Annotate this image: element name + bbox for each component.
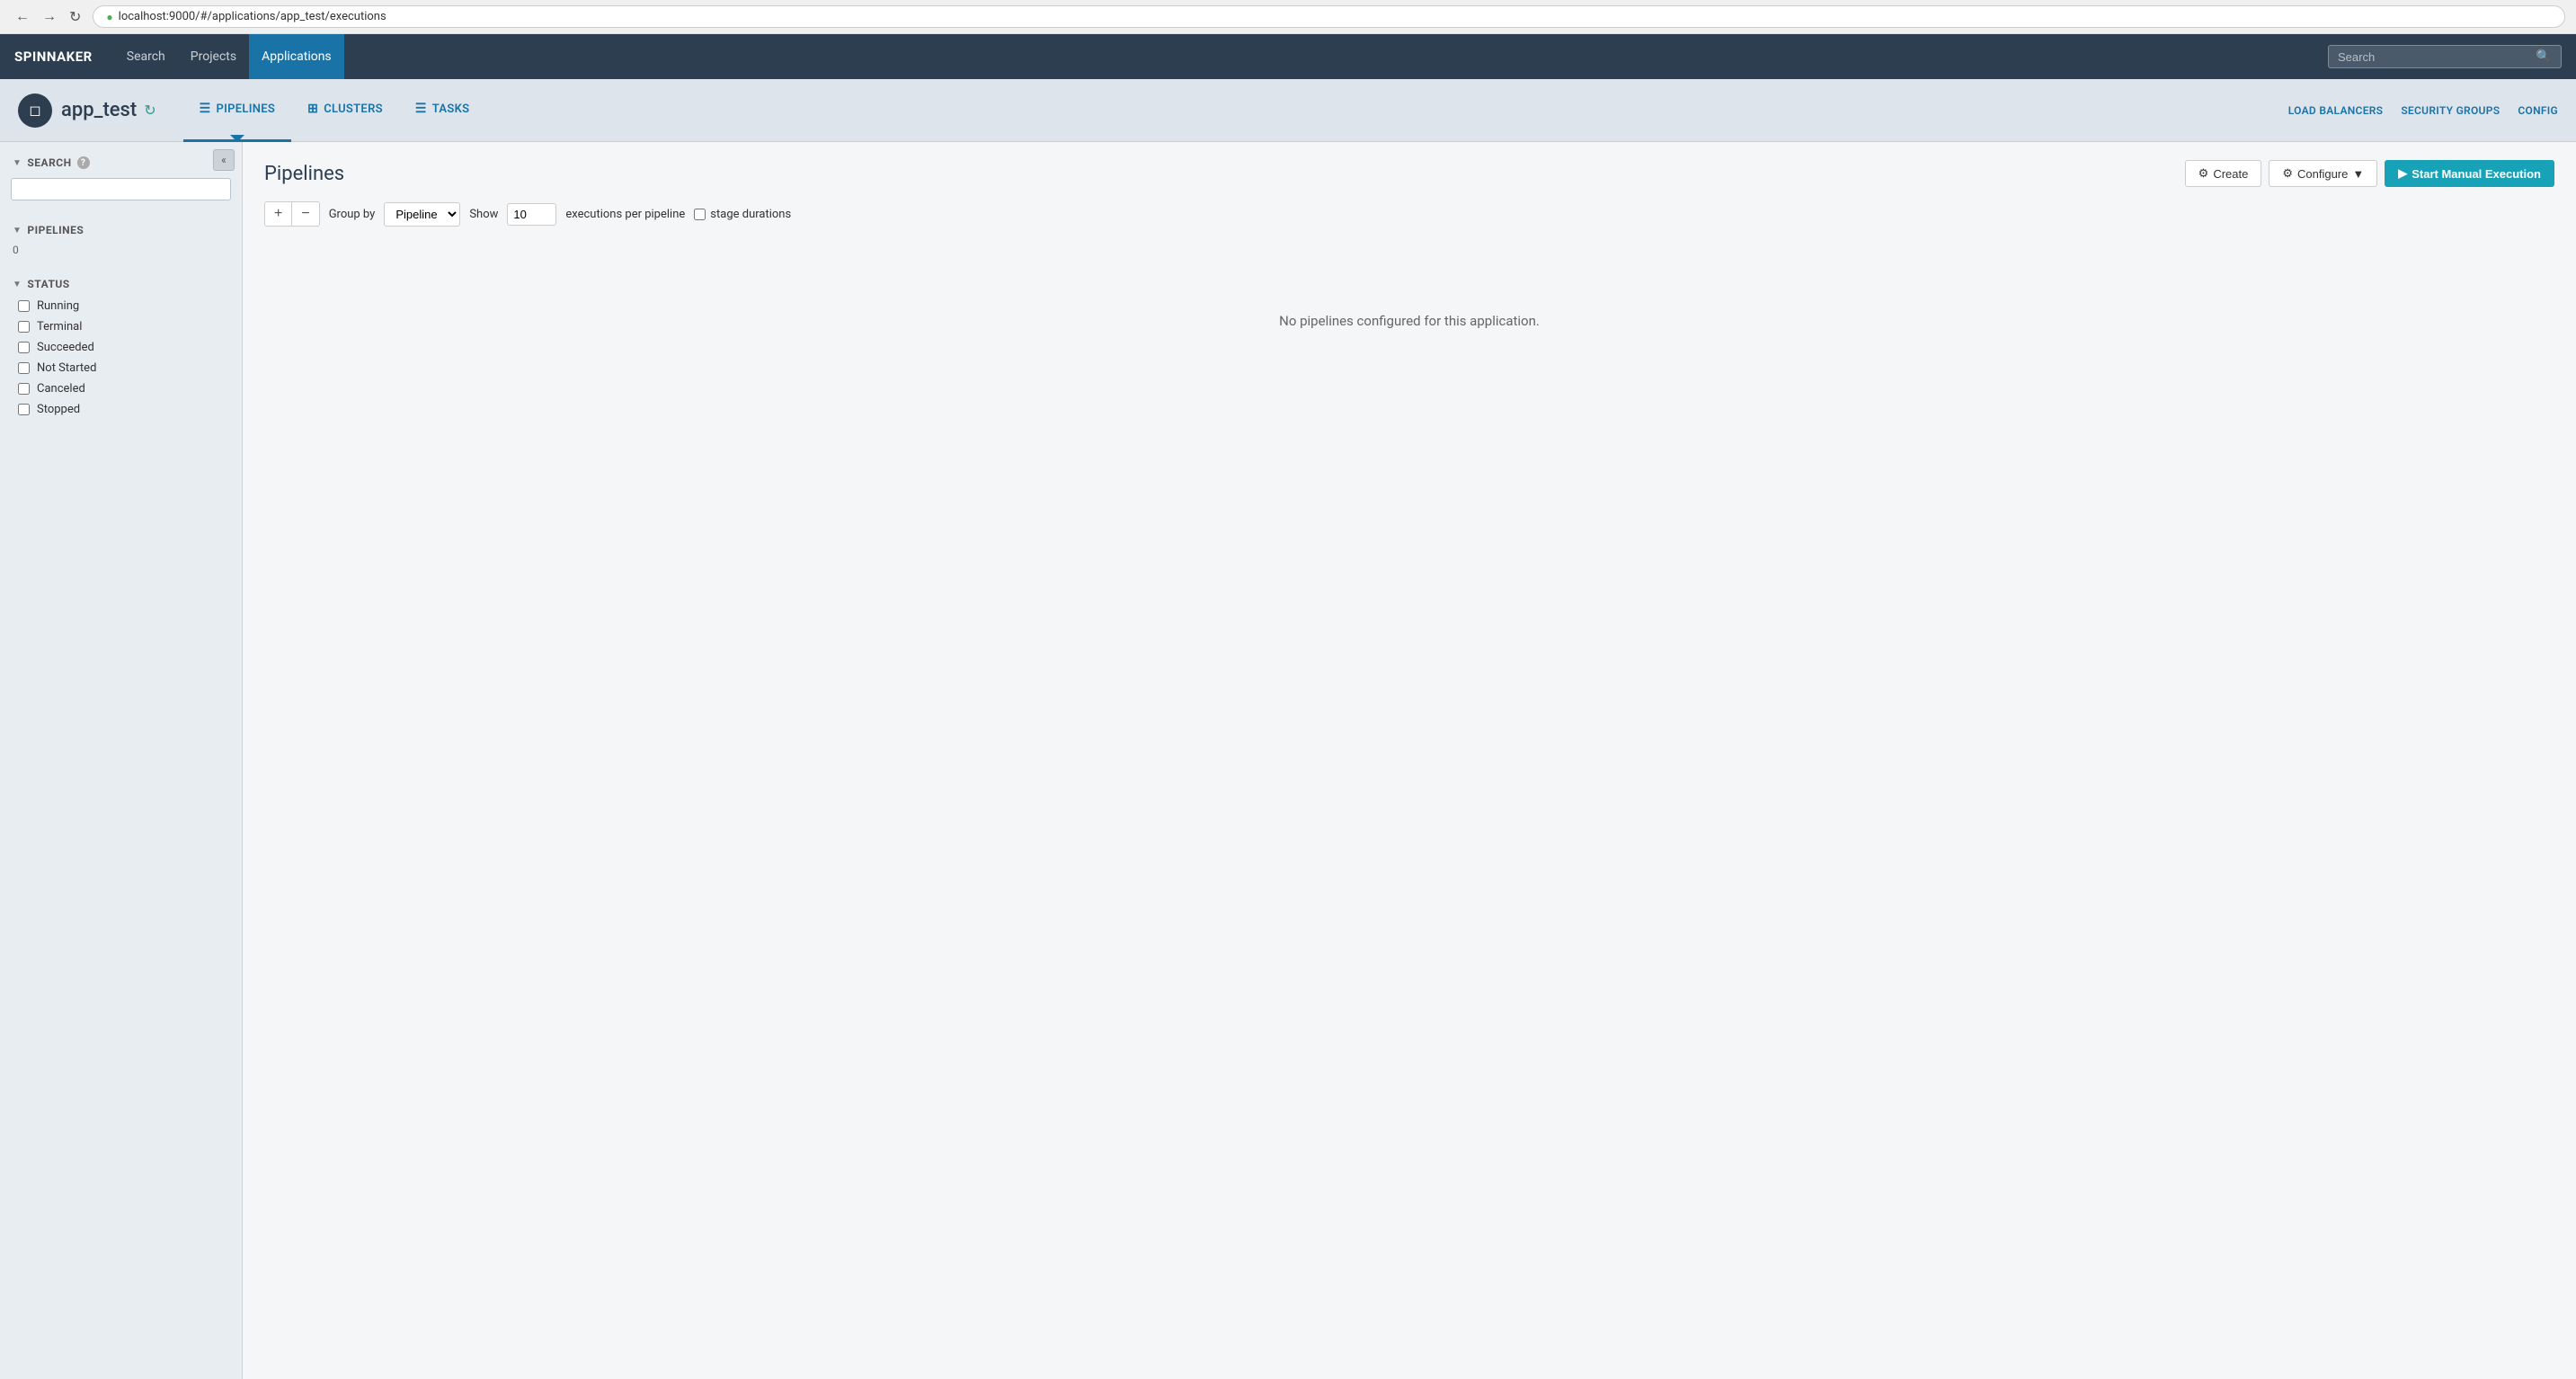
sidebar-status-title: STATUS [27, 278, 69, 290]
collapse-button[interactable]: − [292, 202, 318, 226]
sidebar-collapse-button[interactable]: « [213, 149, 235, 171]
status-canceled-checkbox[interactable] [18, 383, 30, 395]
pipelines-icon: ☰ [200, 102, 211, 116]
status-running-checkbox[interactable] [18, 300, 30, 312]
nav-tasks-label: TASKS [432, 102, 470, 116]
sidebar: « ▼ SEARCH ? ▼ PIPELINES 0 ▼ STATUS [0, 142, 243, 1379]
nav-tasks[interactable]: ☰ TASKS [399, 79, 486, 142]
play-icon: ▶ [2398, 166, 2407, 181]
stage-durations-label-text: stage durations [710, 208, 791, 221]
nav-item-search[interactable]: Search [114, 34, 178, 79]
pipelines-chevron: ▼ [13, 226, 22, 236]
create-icon: ⚙ [2198, 166, 2209, 181]
nav-pipelines-label: PIPELINES [216, 102, 275, 116]
stage-durations-checkbox[interactable] [694, 209, 706, 220]
configure-button[interactable]: ⚙ Configure ▼ [2269, 160, 2377, 187]
status-succeeded-checkbox[interactable] [18, 342, 30, 353]
top-nav: SPINNAKER Search Projects Applications 🔍 [0, 34, 2576, 79]
sidebar-search-section: ▼ SEARCH ? [0, 151, 242, 208]
configure-icon: ⚙ [2282, 166, 2293, 181]
nav-item-projects[interactable]: Projects [178, 34, 249, 79]
app-nav: ☰ PIPELINES ⊞ CLUSTERS ☰ TASKS [183, 79, 486, 141]
status-stopped-label: Stopped [37, 403, 80, 416]
status-not-started-checkbox[interactable] [18, 362, 30, 374]
app-header: ◻ app_test ↻ ☰ PIPELINES ⊞ CLUSTERS ☰ TA… [0, 79, 2576, 142]
empty-message: No pipelines configured for this applica… [1279, 313, 1540, 329]
sidebar-search-title: SEARCH [27, 156, 71, 169]
tasks-icon: ☰ [415, 102, 427, 116]
app-name: app_test [61, 99, 137, 121]
search-chevron: ▼ [13, 158, 22, 168]
expand-button[interactable]: + [265, 202, 292, 226]
reload-button[interactable]: ↻ [65, 6, 85, 28]
status-succeeded-label: Succeeded [37, 341, 94, 354]
nav-clusters[interactable]: ⊞ CLUSTERS [291, 79, 399, 142]
expand-collapse-group: + − [264, 201, 320, 227]
content-area: Pipelines ⚙ Create ⚙ Configure ▼ ▶ Start… [243, 142, 2576, 1379]
status-terminal[interactable]: Terminal [0, 316, 242, 337]
browser-nav: ← → ↻ [11, 6, 85, 28]
sidebar-status-header[interactable]: ▼ STATUS [0, 272, 242, 296]
status-stopped[interactable]: Stopped [0, 399, 242, 420]
url-text: localhost:9000/#/applications/app_test/e… [119, 10, 386, 23]
empty-state: No pipelines configured for this applica… [264, 241, 2554, 401]
create-button[interactable]: ⚙ Create [2185, 160, 2262, 187]
status-chevron: ▼ [13, 280, 22, 289]
top-search-input[interactable] [2338, 50, 2536, 64]
show-count-input[interactable] [507, 203, 556, 226]
start-manual-execution-button[interactable]: ▶ Start Manual Execution [2385, 160, 2554, 187]
search-help-icon[interactable]: ? [77, 156, 90, 169]
top-search-box[interactable]: 🔍 [2328, 45, 2562, 68]
page-title: Pipelines [264, 163, 344, 185]
nav-item-applications[interactable]: Applications [249, 34, 344, 79]
sidebar-pipelines-count: 0 [0, 242, 242, 262]
group-by-select[interactable]: Pipeline [384, 202, 460, 227]
status-terminal-label: Terminal [37, 320, 82, 334]
sidebar-status-section: ▼ STATUS Running Terminal Succeeded Not … [0, 272, 242, 420]
status-not-started[interactable]: Not Started [0, 358, 242, 378]
stage-durations-toggle[interactable]: stage durations [694, 208, 791, 221]
app-nav-right: LOAD BALANCERS SECURITY GROUPS CONFIG [2288, 104, 2558, 117]
search-icon: 🔍 [2536, 49, 2551, 64]
config-link[interactable]: CONFIG [2518, 104, 2558, 117]
sidebar-pipelines-title: PIPELINES [27, 224, 84, 236]
forward-button[interactable]: → [38, 7, 61, 27]
sidebar-search-header[interactable]: ▼ SEARCH ? [0, 151, 242, 174]
lock-icon: ● [106, 11, 112, 23]
clusters-icon: ⊞ [307, 102, 318, 116]
nav-pipelines[interactable]: ☰ PIPELINES [183, 79, 292, 142]
status-terminal-checkbox[interactable] [18, 321, 30, 333]
status-running[interactable]: Running [0, 296, 242, 316]
content-header: Pipelines ⚙ Create ⚙ Configure ▼ ▶ Start… [264, 160, 2554, 187]
address-bar[interactable]: ● localhost:9000/#/applications/app_test… [93, 5, 2565, 28]
security-groups-link[interactable]: SECURITY GROUPS [2401, 104, 2500, 117]
status-succeeded[interactable]: Succeeded [0, 337, 242, 358]
content-actions: ⚙ Create ⚙ Configure ▼ ▶ Start Manual Ex… [2185, 160, 2554, 187]
nav-clusters-label: CLUSTERS [324, 102, 383, 116]
status-canceled[interactable]: Canceled [0, 378, 242, 399]
status-not-started-label: Not Started [37, 361, 96, 375]
main-layout: « ▼ SEARCH ? ▼ PIPELINES 0 ▼ STATUS [0, 142, 2576, 1379]
status-canceled-label: Canceled [37, 382, 85, 396]
sidebar-pipelines-section: ▼ PIPELINES 0 [0, 218, 242, 262]
executions-per-pipeline-label: executions per pipeline [565, 208, 685, 221]
app-icon: ◻ [18, 93, 52, 128]
brand-logo: SPINNAKER [14, 49, 93, 65]
back-button[interactable]: ← [11, 7, 34, 27]
refresh-icon[interactable]: ↻ [144, 102, 155, 119]
configure-chevron: ▼ [2352, 167, 2364, 181]
sidebar-pipelines-header[interactable]: ▼ PIPELINES [0, 218, 242, 242]
sidebar-search-input[interactable] [11, 178, 231, 200]
url-bar-area: ← → ↻ ● localhost:9000/#/applications/ap… [0, 0, 2576, 34]
group-by-label: Group by [329, 208, 376, 221]
status-running-label: Running [37, 299, 79, 313]
load-balancers-link[interactable]: LOAD BALANCERS [2288, 104, 2384, 117]
toolbar: + − Group by Pipeline Show executions pe… [264, 201, 2554, 227]
show-label: Show [469, 208, 498, 221]
status-stopped-checkbox[interactable] [18, 404, 30, 415]
